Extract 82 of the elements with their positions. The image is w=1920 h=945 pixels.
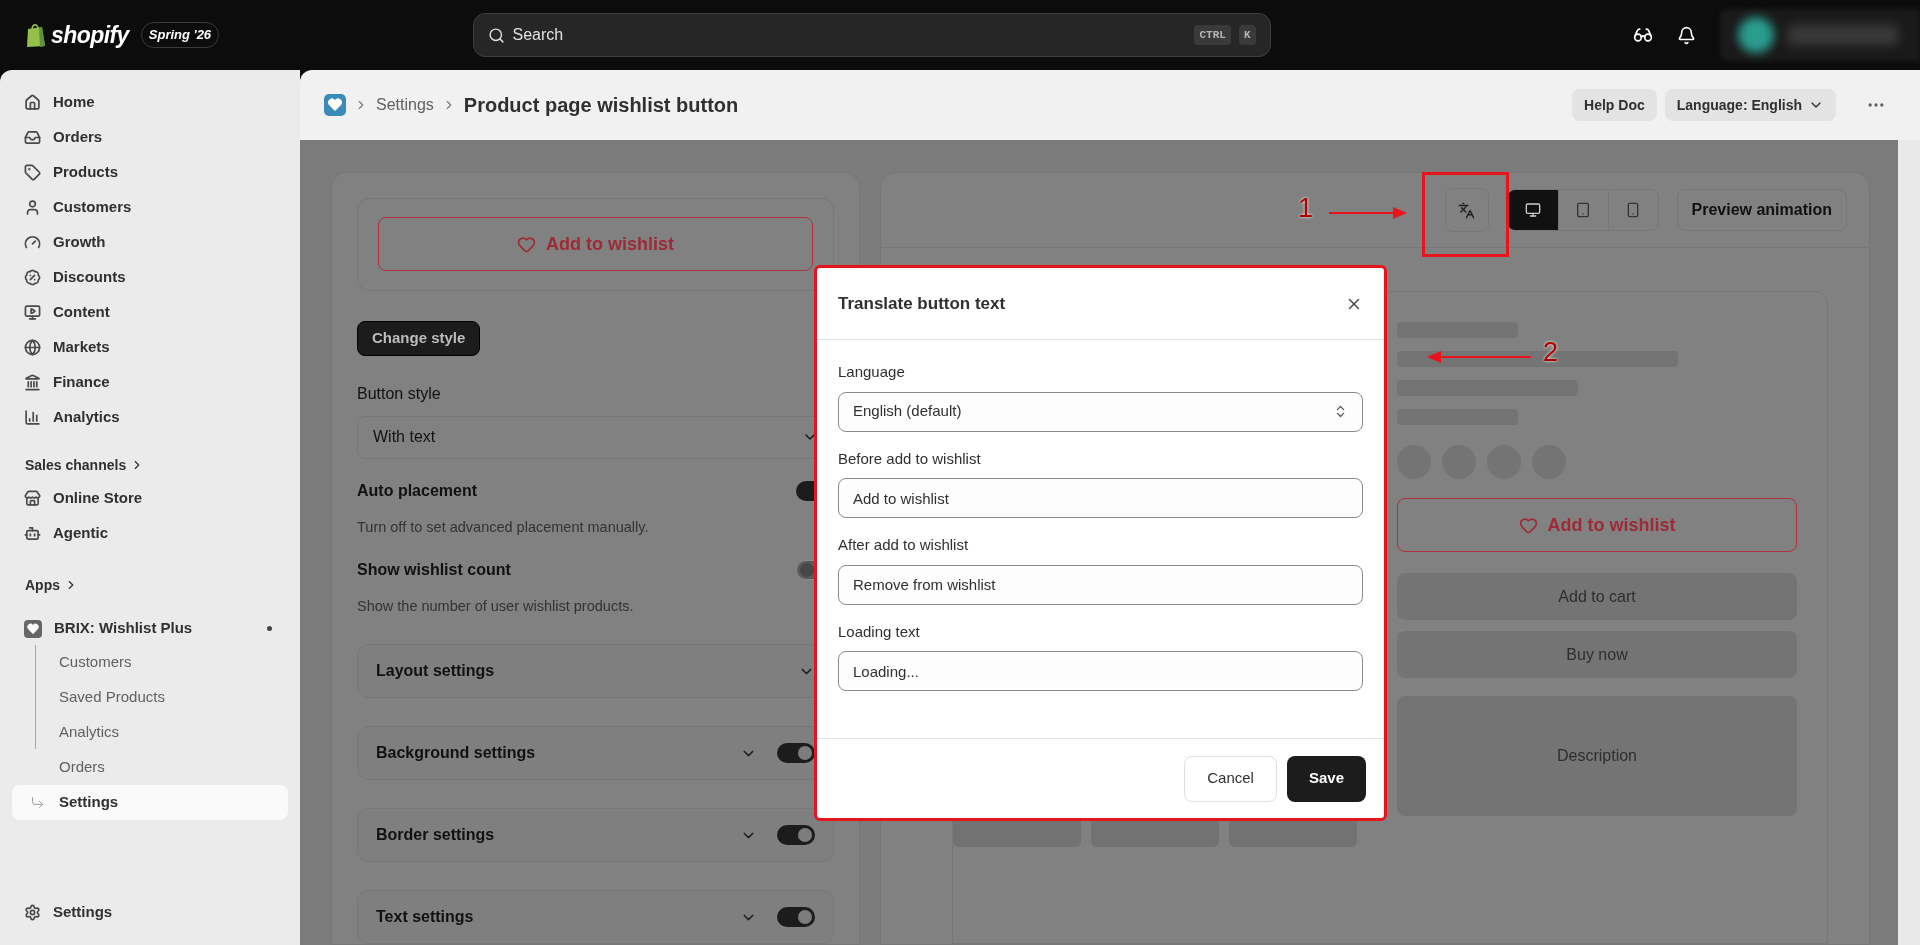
section-heading[interactable]: Sales channels bbox=[12, 450, 288, 480]
person-icon bbox=[24, 199, 41, 216]
field-label: Language bbox=[838, 362, 906, 382]
annotation-number: 2 bbox=[1543, 339, 1559, 366]
notification-icon[interactable] bbox=[1677, 25, 1696, 45]
sidebar-item[interactable]: Markets bbox=[12, 331, 288, 364]
text-field[interactable]: Add to wishlist bbox=[838, 478, 1363, 518]
percent-badge-icon bbox=[24, 269, 41, 286]
desktop-icon bbox=[1524, 202, 1541, 218]
sidebar-item[interactable]: Home bbox=[12, 86, 288, 119]
sidebar-item[interactable]: Online Store bbox=[12, 482, 288, 515]
toggle-switch[interactable] bbox=[777, 825, 815, 845]
gauge-icon bbox=[24, 234, 41, 251]
branch-icon bbox=[30, 795, 45, 810]
sidebar-item[interactable]: Agentic bbox=[12, 517, 288, 550]
tag-icon bbox=[24, 164, 41, 181]
description-label: Description bbox=[1557, 746, 1637, 766]
settings-icon bbox=[24, 904, 41, 921]
field-label: Loading text bbox=[838, 621, 921, 642]
search-icon bbox=[487, 26, 505, 44]
preview-animation-button[interactable]: Preview animation bbox=[1676, 189, 1847, 231]
tablet-icon bbox=[1575, 202, 1591, 218]
sidebar-subitem[interactable]: Saved Products bbox=[12, 680, 288, 715]
sidebar-subitem[interactable]: Customers bbox=[12, 645, 288, 680]
brand-name[interactable]: shopify bbox=[51, 17, 129, 53]
device-toggle[interactable] bbox=[1507, 190, 1558, 230]
setting-description: Show the number of user wishlist products. bbox=[357, 597, 635, 617]
cancel-button[interactable]: Cancel bbox=[1184, 755, 1277, 802]
avatar-icon[interactable] bbox=[1738, 17, 1774, 53]
field-label: Button style bbox=[357, 383, 442, 404]
sidebar-item[interactable]: Analytics bbox=[12, 401, 288, 434]
help-button[interactable]: Help Doc bbox=[1572, 89, 1657, 121]
sidebar-subitem[interactable]: Settings bbox=[12, 785, 288, 820]
heart-icon bbox=[517, 234, 536, 254]
dialog-title: Translate button text bbox=[838, 292, 1007, 315]
toggle-switch[interactable] bbox=[777, 907, 815, 927]
search-field[interactable]: Search CTRL K bbox=[472, 13, 1271, 57]
translate-button[interactable] bbox=[1444, 188, 1489, 232]
section-heading[interactable]: Apps bbox=[12, 570, 288, 600]
sidebar-subitem[interactable]: Orders bbox=[12, 750, 288, 785]
robot-icon bbox=[24, 525, 41, 542]
store-icon bbox=[24, 490, 41, 507]
globe-icon bbox=[24, 339, 41, 356]
bank-icon bbox=[24, 374, 41, 391]
shortcut-key: CTRL bbox=[1194, 24, 1231, 46]
sidebar-item[interactable]: Growth bbox=[12, 226, 288, 259]
settings-section[interactable]: Text settings bbox=[357, 890, 834, 944]
sidebar-item[interactable]: Discounts bbox=[12, 261, 288, 294]
shortcut-key: K bbox=[1238, 24, 1256, 46]
translate-icon bbox=[1458, 201, 1475, 219]
change-style-button[interactable]: Change style bbox=[357, 320, 481, 356]
phone-icon bbox=[1625, 202, 1641, 218]
heart-app-icon bbox=[324, 94, 346, 116]
page-title: Product page wishlist button bbox=[463, 93, 739, 118]
sidebar-item[interactable]: Products bbox=[12, 156, 288, 189]
inbox-icon bbox=[24, 129, 41, 146]
save-button[interactable]: Save bbox=[1286, 755, 1366, 802]
sidebar-item[interactable]: Finance bbox=[12, 366, 288, 399]
breadcrumb-link[interactable]: Settings bbox=[376, 93, 434, 117]
shopping-bag-logo-icon bbox=[25, 22, 47, 48]
setting-label: Show wishlist count bbox=[357, 560, 511, 581]
heart-icon bbox=[1518, 515, 1538, 535]
annotation-number: 1 bbox=[1298, 195, 1314, 222]
home-icon bbox=[24, 94, 41, 111]
sidebar-item[interactable]: Settings bbox=[12, 896, 288, 929]
field-label: After add to wishlist bbox=[838, 535, 970, 555]
field-label: Before add to wishlist bbox=[838, 448, 982, 469]
sidebar-item[interactable]: BRIX: Wishlist Plus bbox=[12, 612, 288, 645]
sidebar-item[interactable]: Orders bbox=[12, 121, 288, 154]
setting-description: Turn off to set advanced placement manually. bbox=[357, 517, 650, 537]
text-field[interactable]: Remove from wishlist bbox=[838, 564, 1363, 605]
setting-label: Auto placement bbox=[357, 480, 477, 501]
language-dropdown[interactable]: Language: English bbox=[1664, 89, 1836, 121]
heart-app-icon bbox=[24, 619, 42, 638]
language-select[interactable]: English (default) bbox=[838, 391, 1363, 432]
bar-chart-icon bbox=[24, 409, 41, 426]
text-field[interactable]: Loading... bbox=[838, 651, 1363, 691]
toggle-switch[interactable] bbox=[777, 743, 815, 763]
sidebar-item[interactable]: Customers bbox=[12, 191, 288, 224]
sidebar-item[interactable]: Content bbox=[12, 296, 288, 329]
settings-section[interactable]: Border settings bbox=[357, 808, 834, 862]
sidebar-subitem[interactable]: Analytics bbox=[12, 715, 288, 750]
